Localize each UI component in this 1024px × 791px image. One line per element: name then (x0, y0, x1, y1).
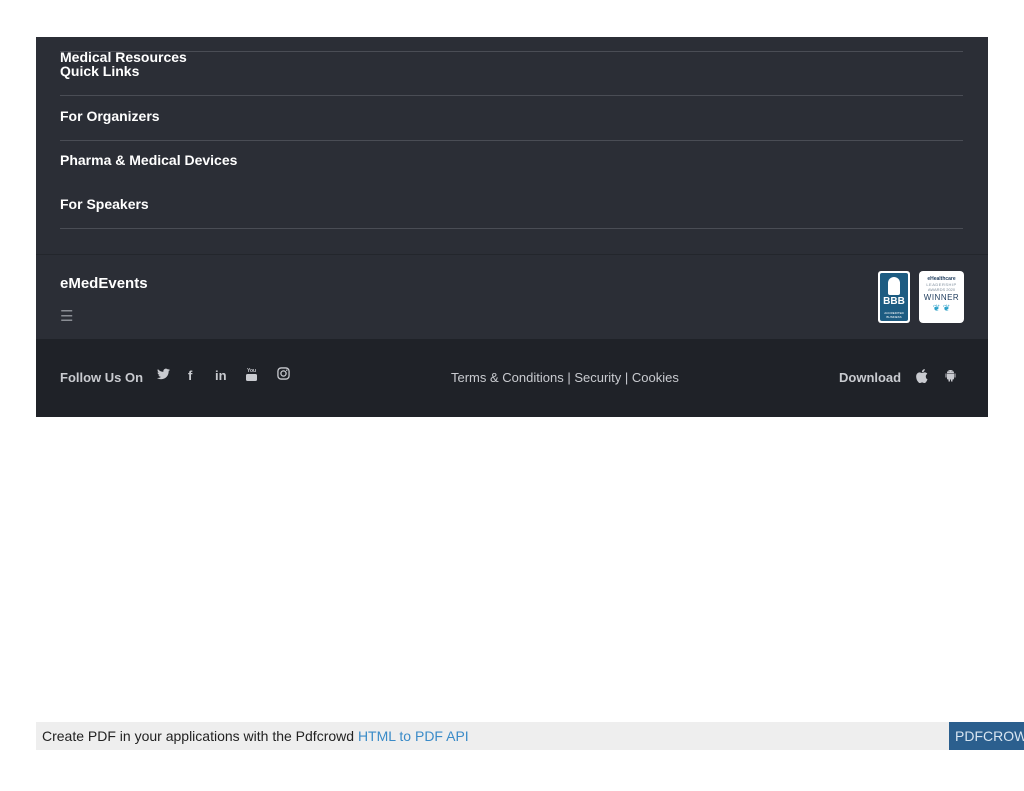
brand-name[interactable]: eMedEvents (60, 275, 148, 292)
divider (60, 140, 963, 141)
pdfcrowd-text: Create PDF in your applications with the… (42, 728, 469, 744)
legal-links: Terms & Conditions | Security | Cookies (451, 370, 679, 385)
bbb-label: BBB (883, 296, 905, 307)
html-to-pdf-api-link[interactable]: HTML to PDF API (358, 728, 469, 744)
follow-us-label: Follow Us On (60, 370, 144, 385)
instagram-icon[interactable] (277, 367, 290, 383)
svg-text:You: You (247, 368, 256, 374)
award-line-3: AWARDS 2020 (927, 287, 956, 292)
divider (60, 228, 963, 229)
linkedin-icon[interactable]: in (215, 368, 227, 383)
footer-bottom-bar: Follow Us On f in You Terms & Conditions… (36, 339, 988, 417)
pdfcrowd-message: Create PDF in your applications with the… (42, 728, 358, 744)
footer-links-section: Medical Resources Quick Links For Organi… (36, 37, 988, 254)
separator: | (621, 370, 632, 385)
bbb-sublabel: ACCREDITED BUSINESS (884, 311, 904, 319)
twitter-icon[interactable] (157, 368, 170, 383)
footer-link-for-organizers[interactable]: For Organizers (60, 108, 160, 124)
bbb-accredited-badge[interactable]: BBB ACCREDITED BUSINESS (878, 271, 910, 323)
cookies-link[interactable]: Cookies (632, 370, 679, 385)
separator: | (563, 370, 575, 385)
android-icon[interactable] (945, 369, 956, 385)
divider (60, 95, 963, 96)
footer-link-quick-links[interactable]: Quick Links (60, 63, 139, 79)
award-line-4: WINNER (923, 293, 960, 302)
apple-icon[interactable] (916, 369, 928, 386)
pdfcrowd-bar: Create PDF in your applications with the… (36, 722, 1024, 750)
laurel-icon: ❦ ❦ (932, 303, 951, 313)
brand-section: eMedEvents ☰ BBB ACCREDITED BUSINESS eHe… (36, 254, 988, 340)
divider (60, 51, 963, 52)
security-link[interactable]: Security (574, 370, 621, 385)
ehealthcare-award-badge[interactable]: eHealthcare LEADERSHIP AWARDS 2020 WINNE… (919, 271, 964, 323)
facebook-icon[interactable]: f (188, 368, 192, 383)
youtube-icon[interactable]: You (246, 367, 257, 385)
footer-link-pharma-medical-devices[interactable]: Pharma & Medical Devices (60, 152, 237, 168)
site-footer: Medical Resources Quick Links For Organi… (36, 37, 988, 417)
terms-link[interactable]: Terms & Conditions (451, 370, 564, 385)
download-label: Download (839, 370, 902, 385)
footer-link-for-speakers[interactable]: For Speakers (60, 196, 149, 212)
bbb-badge-inner: BBB ACCREDITED BUSINESS (880, 273, 908, 321)
bbb-torch-icon (888, 277, 900, 295)
pdfcrowd-logo[interactable]: PDFCROWD (949, 722, 1024, 750)
menu-icon[interactable]: ☰ (60, 307, 73, 325)
